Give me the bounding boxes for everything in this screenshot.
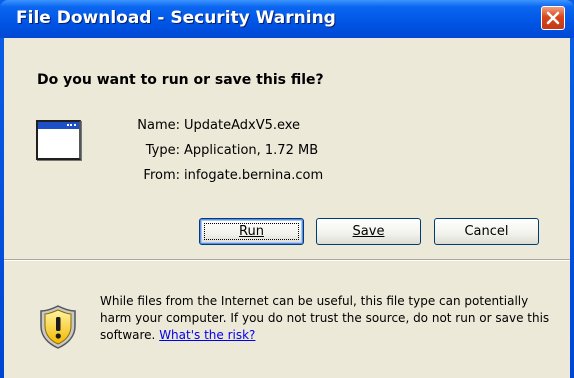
warning-message: While files from the Internet can be use… xyxy=(100,293,550,344)
name-label: Name: xyxy=(137,118,180,133)
shield-warning-icon xyxy=(40,305,76,349)
security-warning-dialog: File Download - Security Warning Do you … xyxy=(0,0,574,378)
file-name-value: UpdateAdxV5.exe xyxy=(184,118,301,133)
dialog-question: Do you want to run or save this file? xyxy=(37,72,324,88)
save-button-label: Save xyxy=(352,224,385,239)
save-button[interactable]: Save xyxy=(316,218,421,245)
file-source-value: infogate.bernina.com xyxy=(184,168,324,183)
run-button[interactable]: Run xyxy=(199,218,304,245)
title-bar[interactable]: File Download - Security Warning xyxy=(0,0,574,38)
from-label: From: xyxy=(143,168,180,183)
cancel-button[interactable]: Cancel xyxy=(434,218,539,245)
run-button-label: Run xyxy=(239,224,264,239)
cancel-button-label: Cancel xyxy=(464,224,509,239)
type-label: Type: xyxy=(145,143,180,158)
window-title: File Download - Security Warning xyxy=(16,8,336,28)
close-button[interactable] xyxy=(541,6,565,30)
close-icon xyxy=(546,11,560,25)
dialog-body: Do you want to run or save this file? Na… xyxy=(4,38,570,378)
divider xyxy=(4,259,570,261)
whats-the-risk-link[interactable]: What's the risk? xyxy=(159,328,255,342)
file-type-value: Application, 1.72 MB xyxy=(184,143,319,158)
